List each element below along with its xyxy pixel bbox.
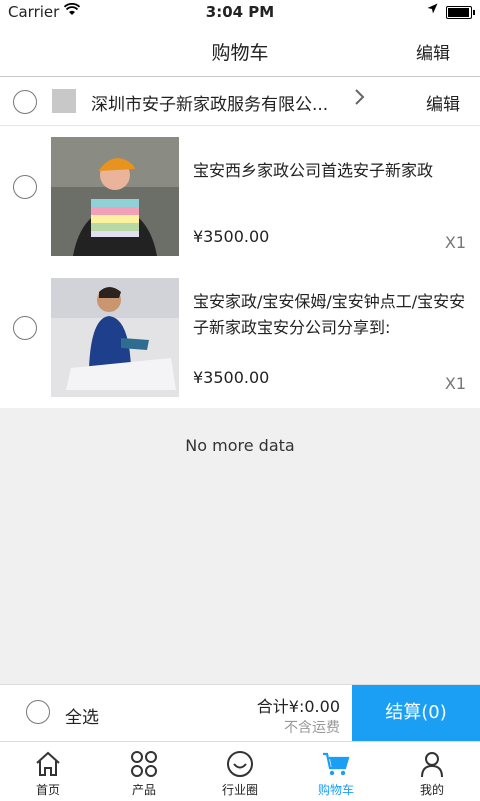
tab-label: 首页: [35, 783, 60, 797]
item-title[interactable]: 宝安家政/宝安保姆/宝安钟点工/宝安安子新家政宝安分公司分享到:: [193, 289, 473, 341]
tab-label: 行业圈: [221, 783, 258, 797]
item-select-radio[interactable]: [13, 175, 37, 199]
page-title: 购物车: [211, 42, 269, 64]
item-price: ¥3500.00: [193, 368, 270, 387]
store-row[interactable]: 深圳市安子新家政服务有限公... 编辑: [0, 77, 480, 126]
tab-label: 我的: [419, 783, 444, 797]
store-edit-button[interactable]: 编辑: [426, 90, 460, 115]
tab-products[interactable]: 产品: [96, 742, 192, 801]
location-arrow-icon: [427, 3, 438, 18]
store-name[interactable]: 深圳市安子新家政服务有限公...: [91, 90, 328, 115]
item-price: ¥3500.00: [193, 227, 270, 246]
select-all-label[interactable]: 全选: [65, 703, 99, 728]
store-logo: [52, 89, 76, 113]
user-icon: [421, 752, 443, 778]
cart-item[interactable]: 宝安西乡家政公司首选安子新家政 ¥3500.00 X1: [0, 126, 480, 267]
product-image[interactable]: [51, 137, 179, 256]
product-image[interactable]: [51, 278, 179, 397]
status-bar: Carrier 3:04 PM: [0, 0, 480, 24]
smile-icon: [227, 751, 253, 777]
tab-label: 购物车: [317, 783, 354, 797]
item-quantity: X1: [444, 233, 466, 252]
nav-edit-button[interactable]: 编辑: [416, 39, 450, 64]
status-time: 3:04 PM: [205, 3, 275, 21]
shipping-note: 不含运费: [284, 720, 340, 736]
cart-item[interactable]: 宝安家政/宝安保姆/宝安钟点工/宝安安子新家政宝安分公司分享到: ¥3500.0…: [0, 267, 480, 408]
item-quantity: X1: [444, 374, 466, 393]
battery-icon: [446, 6, 475, 19]
total-price: 合计¥:0.00: [256, 697, 340, 716]
cart-icon: [323, 752, 350, 776]
tab-mine[interactable]: 我的: [384, 742, 480, 801]
store-select-radio[interactable]: [13, 90, 37, 114]
tab-cart[interactable]: 购物车: [288, 742, 384, 801]
tab-bar: 首页 产品 行业圈 购物车 我的: [0, 741, 480, 801]
item-title[interactable]: 宝安西乡家政公司首选安子新家政: [193, 158, 473, 184]
home-icon: [36, 751, 60, 776]
tab-label: 产品: [131, 783, 156, 797]
chevron-right-icon[interactable]: [354, 87, 366, 113]
item-select-radio[interactable]: [13, 316, 37, 340]
no-more-data-text: No more data: [185, 436, 295, 455]
checkout-button[interactable]: 结算(0): [352, 685, 480, 741]
nav-bar: 购物车 编辑: [0, 24, 480, 77]
checkout-bar: 全选 合计¥:0.00 不含运费 结算(0): [0, 684, 480, 741]
tab-industry-circle[interactable]: 行业圈: [192, 742, 288, 801]
tab-home[interactable]: 首页: [0, 742, 96, 801]
grid-icon: [131, 751, 157, 777]
select-all-radio[interactable]: [26, 700, 50, 724]
